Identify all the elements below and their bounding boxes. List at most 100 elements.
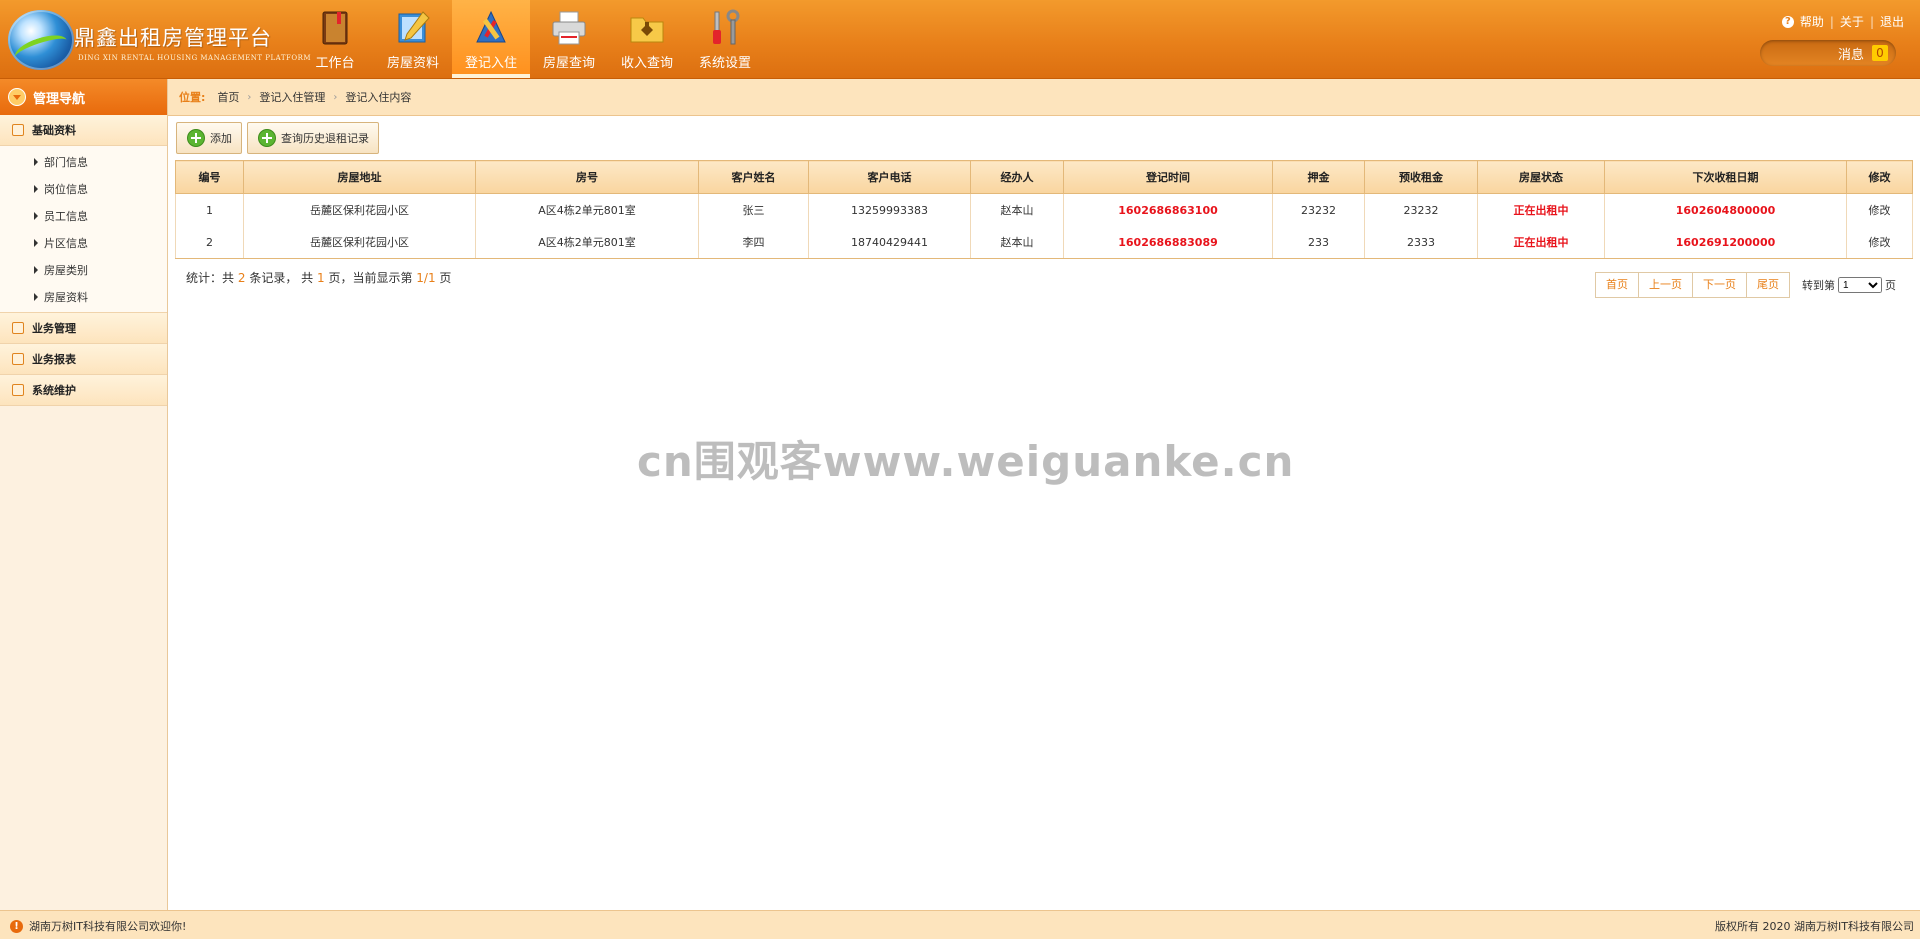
sidebar-item-employee[interactable]: 员工信息 — [0, 202, 167, 229]
footer: ! 湖南万树IT科技有限公司欢迎你! 版权所有 2020 湖南万树IT科技有限公… — [0, 910, 1920, 939]
calendar-icon — [12, 384, 24, 396]
plus-icon — [187, 129, 205, 147]
status-badge: 正在出租中 — [1477, 226, 1605, 259]
page-jump: 转到第 1 页 — [1802, 277, 1896, 293]
column-header: 客户电话 — [808, 160, 971, 194]
nav-system-settings[interactable]: 系统设置 — [686, 0, 764, 78]
app-title: 鼎鑫出租房管理平台 — [74, 26, 272, 50]
breadcrumb-item-checkin-mgmt[interactable]: 登记入住管理 — [259, 89, 325, 105]
table-cell: A区4栋2单元801室 — [475, 226, 699, 259]
history-button-label: 查询历史退租记录 — [281, 132, 369, 145]
table-cell: 233 — [1272, 226, 1365, 259]
breadcrumb-item-home[interactable]: 首页 — [217, 89, 239, 105]
sidebar-group-maintenance[interactable]: 系统维护 — [0, 375, 167, 406]
page-select[interactable]: 1 — [1838, 277, 1882, 293]
table-cell: 岳麓区保利花园小区 — [243, 226, 476, 259]
sidebar-group-basic-data[interactable]: 基础资料 — [0, 115, 167, 146]
pagination: 首页 上一页 下一页 尾页 转到第 1 页 — [1595, 272, 1896, 298]
watermark: cn围观客www.weiguanke.cn — [637, 437, 1295, 486]
app-subtitle: DING XIN RENTAL HOUSING MANAGEMENT PLATF… — [78, 54, 312, 62]
column-header: 预收租金 — [1364, 160, 1478, 194]
sidebar-item-house-data[interactable]: 房屋资料 — [0, 283, 167, 310]
chat-icon — [12, 322, 24, 334]
jump-prefix: 转到第 — [1802, 279, 1835, 292]
plus-icon — [258, 129, 276, 147]
table-cell: 岳麓区保利花园小区 — [243, 193, 476, 226]
column-header: 修改 — [1846, 160, 1913, 194]
stats-pages: 1 — [316, 271, 325, 285]
caret-right-icon — [34, 292, 38, 301]
table-cell: 1602686863100 — [1063, 193, 1273, 226]
sidebar-item-position[interactable]: 岗位信息 — [0, 175, 167, 202]
stats-text: 统计：共 — [186, 271, 235, 285]
column-header: 经办人 — [970, 160, 1064, 194]
logout-link[interactable]: 退出 — [1880, 13, 1904, 30]
sidebar-item-house-category[interactable]: 房屋类别 — [0, 256, 167, 283]
table-cell: 1 — [175, 193, 244, 226]
status-badge: 正在出租中 — [1477, 193, 1605, 226]
breadcrumb-label: 位置: — [179, 91, 206, 104]
list-icon — [12, 124, 24, 136]
column-header: 押金 — [1272, 160, 1365, 194]
sidebar-group-reports[interactable]: 业务报表 — [0, 344, 167, 375]
breadcrumb-item-current: 登记入住内容 — [345, 91, 412, 104]
record-stats: 统计：共 2 条记录， 共 1 页，当前显示第 1/1 页 — [186, 269, 451, 286]
pager-buttons: 首页 上一页 下一页 尾页 — [1595, 272, 1790, 298]
sidebar-group-label: 业务报表 — [32, 353, 76, 366]
download-folder-icon — [630, 17, 664, 43]
sidebar-item-department[interactable]: 部门信息 — [0, 148, 167, 175]
sidebar-submenu: 部门信息 岗位信息 员工信息 片区信息 房屋类别 房屋资料 — [0, 146, 167, 313]
table-cell: 13259993383 — [808, 193, 971, 226]
sidebar-item-label: 部门信息 — [44, 155, 88, 169]
table-cell: 张三 — [698, 193, 809, 226]
nav-house-info[interactable]: 房屋资料 — [374, 0, 452, 78]
top-bar: 鼎鑫出租房管理平台 DING XIN RENTAL HOUSING MANAGE… — [0, 0, 1920, 79]
main-content: 位置: 首页 › 登记入住管理 › 登记入住内容 添加 查询历史退租记录 编号 … — [168, 79, 1920, 910]
messages-label: 消息 — [1837, 47, 1864, 63]
next-page-button[interactable]: 下一页 — [1693, 273, 1747, 297]
chevron-right-icon: › — [247, 91, 252, 103]
tools-icon — [476, 10, 506, 43]
table-cell: 1602604800000 — [1604, 193, 1847, 226]
stats-text: 页，当前显示第 — [328, 271, 413, 285]
nav-checkin[interactable]: 登记入住 — [452, 0, 530, 78]
first-page-button[interactable]: 首页 — [1596, 273, 1639, 297]
divider: | — [1869, 14, 1874, 29]
table-cell: 赵本山 — [970, 226, 1064, 259]
nav-workbench[interactable]: 工作台 — [296, 0, 374, 78]
table-cell: 李四 — [698, 226, 809, 259]
sidebar-item-label: 片区信息 — [44, 236, 88, 250]
copyright-text: 版权所有 2020 湖南万树IT科技有限公司 — [1715, 920, 1914, 933]
nav-income-query-label: 收入查询 — [620, 56, 673, 71]
toolbar: 添加 查询历史退租记录 — [176, 122, 379, 154]
sidebar-group-business[interactable]: 业务管理 — [0, 313, 167, 344]
about-link[interactable]: 关于 — [1840, 13, 1864, 30]
edit-link[interactable]: 修改 — [1846, 226, 1913, 259]
column-header: 房号 — [475, 160, 699, 194]
sidebar-group-label: 系统维护 — [32, 384, 76, 397]
edit-link[interactable]: 修改 — [1846, 193, 1913, 226]
table-cell: 23232 — [1272, 193, 1365, 226]
last-page-button[interactable]: 尾页 — [1747, 273, 1789, 297]
column-header: 编号 — [175, 160, 244, 194]
nav-income-query[interactable]: 收入查询 — [608, 0, 686, 78]
history-checkout-button[interactable]: 查询历史退租记录 — [247, 122, 379, 154]
sidebar-group-label: 基础资料 — [32, 124, 76, 137]
help-link[interactable]: 帮助 — [1800, 13, 1824, 30]
stats-text: 页 — [439, 271, 452, 285]
sidebar-item-label: 员工信息 — [44, 209, 88, 223]
sidebar-item-district[interactable]: 片区信息 — [0, 229, 167, 256]
table-cell: 1602686883089 — [1063, 226, 1273, 259]
table-row: 2 岳麓区保利花园小区 A区4栋2单元801室 李四 18740429441 赵… — [175, 226, 1913, 259]
nav-house-query[interactable]: 房屋查询 — [530, 0, 608, 78]
add-button[interactable]: 添加 — [176, 122, 242, 154]
stats-text: 条记录， 共 — [249, 271, 314, 285]
main-nav: 工作台 房屋资料 登记入住 房屋查询 收入查询 系统设置 — [296, 0, 764, 78]
sidebar-item-label: 房屋类别 — [44, 263, 88, 277]
prev-page-button[interactable]: 上一页 — [1639, 273, 1693, 297]
messages-button[interactable]: 消息 0 — [1760, 40, 1896, 66]
book-icon — [322, 11, 348, 45]
table-cell: 1602691200000 — [1604, 226, 1847, 259]
welcome-text: 湖南万树IT科技有限公司欢迎你! — [29, 920, 187, 933]
caret-right-icon — [34, 238, 38, 247]
